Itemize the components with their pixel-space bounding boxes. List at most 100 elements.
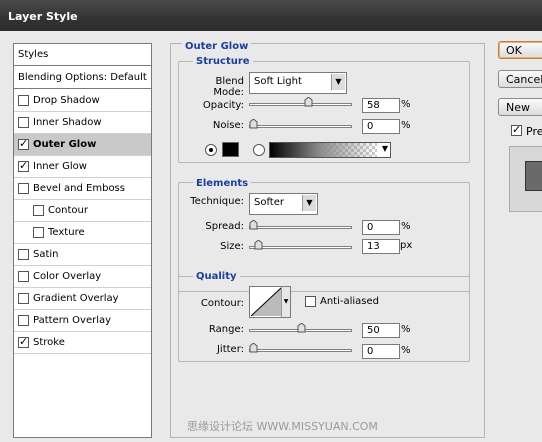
style-item[interactable]: Color Overlay — [14, 266, 151, 288]
anti-aliased-label: Anti-aliased — [320, 296, 380, 307]
style-item-checkbox[interactable] — [33, 205, 44, 216]
style-item[interactable]: Inner Shadow — [14, 112, 151, 134]
technique-label: Technique: — [190, 196, 244, 207]
style-item-checkbox[interactable] — [18, 95, 29, 106]
styles-header[interactable]: Styles — [14, 44, 151, 66]
style-item-checkbox[interactable] — [18, 159, 29, 172]
cancel-button[interactable]: Cancel — [498, 70, 542, 88]
style-item[interactable]: Bevel and Emboss — [14, 178, 151, 200]
noise-slider[interactable] — [249, 125, 352, 128]
style-item[interactable]: Contour — [14, 200, 151, 222]
style-item-label: Color Overlay — [33, 271, 102, 282]
style-item[interactable]: Drop Shadow — [14, 90, 151, 112]
spread-slider[interactable] — [249, 226, 352, 229]
spread-label: Spread: — [205, 221, 244, 232]
style-item-label: Satin — [33, 249, 59, 260]
gradient-preview — [270, 143, 377, 157]
chevron-down-icon: ▼ — [281, 287, 290, 317]
jitter-unit: % — [401, 345, 411, 356]
size-label: Size: — [220, 241, 244, 252]
jitter-label: Jitter: — [216, 344, 244, 355]
style-item-checkbox[interactable] — [18, 335, 29, 348]
style-item-label: Drop Shadow — [33, 95, 100, 106]
blend-mode-select[interactable]: Soft Light ▼ — [249, 72, 347, 94]
contour-picker[interactable]: ▼ — [249, 286, 291, 318]
style-item-checkbox[interactable] — [18, 293, 29, 304]
range-input[interactable]: 50 — [362, 323, 400, 338]
style-item-checkbox[interactable] — [18, 271, 29, 282]
spread-slider-thumb[interactable] — [249, 220, 258, 230]
style-item-label: Contour — [48, 205, 88, 216]
blend-mode-value: Soft Light — [254, 76, 302, 87]
style-item[interactable]: Outer Glow — [14, 134, 151, 156]
jitter-slider[interactable] — [249, 349, 352, 352]
structure-title: Structure — [193, 56, 253, 67]
style-item-checkbox[interactable] — [18, 249, 29, 260]
style-item-label: Stroke — [33, 337, 65, 348]
jitter-input[interactable]: 0 — [362, 344, 400, 359]
chevron-down-icon: ▼ — [381, 144, 388, 153]
size-slider[interactable] — [249, 246, 352, 249]
watermark-text: 思缘设计论坛 WWW.MISSYUAN.COM — [187, 420, 378, 433]
size-unit: px — [400, 240, 413, 251]
outer-glow-title: Outer Glow — [182, 41, 252, 52]
new-style-button[interactable]: New Style... — [498, 98, 542, 116]
style-item[interactable]: Satin — [14, 244, 151, 266]
style-item[interactable]: Inner Glow — [14, 156, 151, 178]
style-item-label: Pattern Overlay — [33, 315, 112, 326]
size-input[interactable]: 13 — [362, 239, 400, 254]
opacity-input[interactable]: 58 — [362, 98, 400, 113]
preview-checkbox[interactable] — [511, 123, 522, 136]
size-slider-thumb[interactable] — [254, 240, 263, 250]
noise-input[interactable]: 0 — [362, 119, 400, 134]
jitter-slider-thumb[interactable] — [249, 343, 258, 353]
blending-options[interactable]: Blending Options: Default — [14, 67, 151, 89]
range-slider-thumb[interactable] — [297, 323, 305, 333]
style-item-checkbox[interactable] — [18, 315, 29, 326]
style-item-label: Bevel and Emboss — [33, 183, 125, 194]
layer-style-dialog: Styles Blending Options: Default Drop Sh… — [0, 31, 542, 442]
style-item-checkbox[interactable] — [18, 137, 29, 150]
style-item-label: Inner Glow — [33, 161, 87, 172]
gradient-radio[interactable] — [253, 144, 265, 156]
style-item[interactable]: Gradient Overlay — [14, 288, 151, 310]
noise-slider-thumb[interactable] — [249, 119, 258, 129]
ok-button[interactable]: OK — [498, 41, 542, 59]
opacity-slider-thumb[interactable] — [304, 97, 313, 107]
range-label: Range: — [208, 324, 244, 335]
style-item-label: Outer Glow — [33, 139, 97, 150]
style-item-label: Texture — [48, 227, 85, 238]
technique-select[interactable]: Softer ▼ — [249, 193, 318, 215]
preview-label: Preview — [526, 125, 542, 138]
solid-color-radio[interactable] — [205, 144, 217, 156]
quality-title: Quality — [193, 271, 240, 282]
style-item[interactable]: Stroke — [14, 332, 151, 354]
blend-mode-label: Blend Mode: — [213, 76, 244, 98]
style-preview-frame — [509, 146, 542, 212]
glow-color-swatch[interactable] — [222, 142, 239, 157]
window-title: Layer Style — [0, 0, 542, 31]
chevron-down-icon: ▼ — [331, 74, 345, 90]
styles-list: Styles Blending Options: Default Drop Sh… — [13, 43, 152, 438]
opacity-unit: % — [401, 99, 411, 110]
style-item-checkbox[interactable] — [18, 117, 29, 128]
style-item[interactable]: Pattern Overlay — [14, 310, 151, 332]
style-item-checkbox[interactable] — [33, 227, 44, 238]
contour-curve-icon — [250, 287, 282, 317]
style-item-checkbox[interactable] — [18, 183, 29, 194]
range-unit: % — [401, 324, 411, 335]
noise-unit: % — [401, 120, 411, 131]
elements-title: Elements — [193, 178, 252, 189]
gradient-picker[interactable]: ▼ — [269, 142, 391, 158]
opacity-slider[interactable] — [249, 103, 352, 106]
style-preview-swatch — [525, 161, 542, 191]
chevron-down-icon: ▼ — [302, 195, 316, 211]
spread-input[interactable]: 0 — [362, 220, 400, 235]
style-item-label: Inner Shadow — [33, 117, 102, 128]
technique-value: Softer — [254, 197, 284, 208]
style-item-label: Gradient Overlay — [33, 293, 119, 304]
spread-unit: % — [401, 221, 411, 232]
anti-aliased-checkbox[interactable] — [305, 296, 316, 307]
style-item[interactable]: Texture — [14, 222, 151, 244]
opacity-label: Opacity: — [202, 100, 244, 111]
